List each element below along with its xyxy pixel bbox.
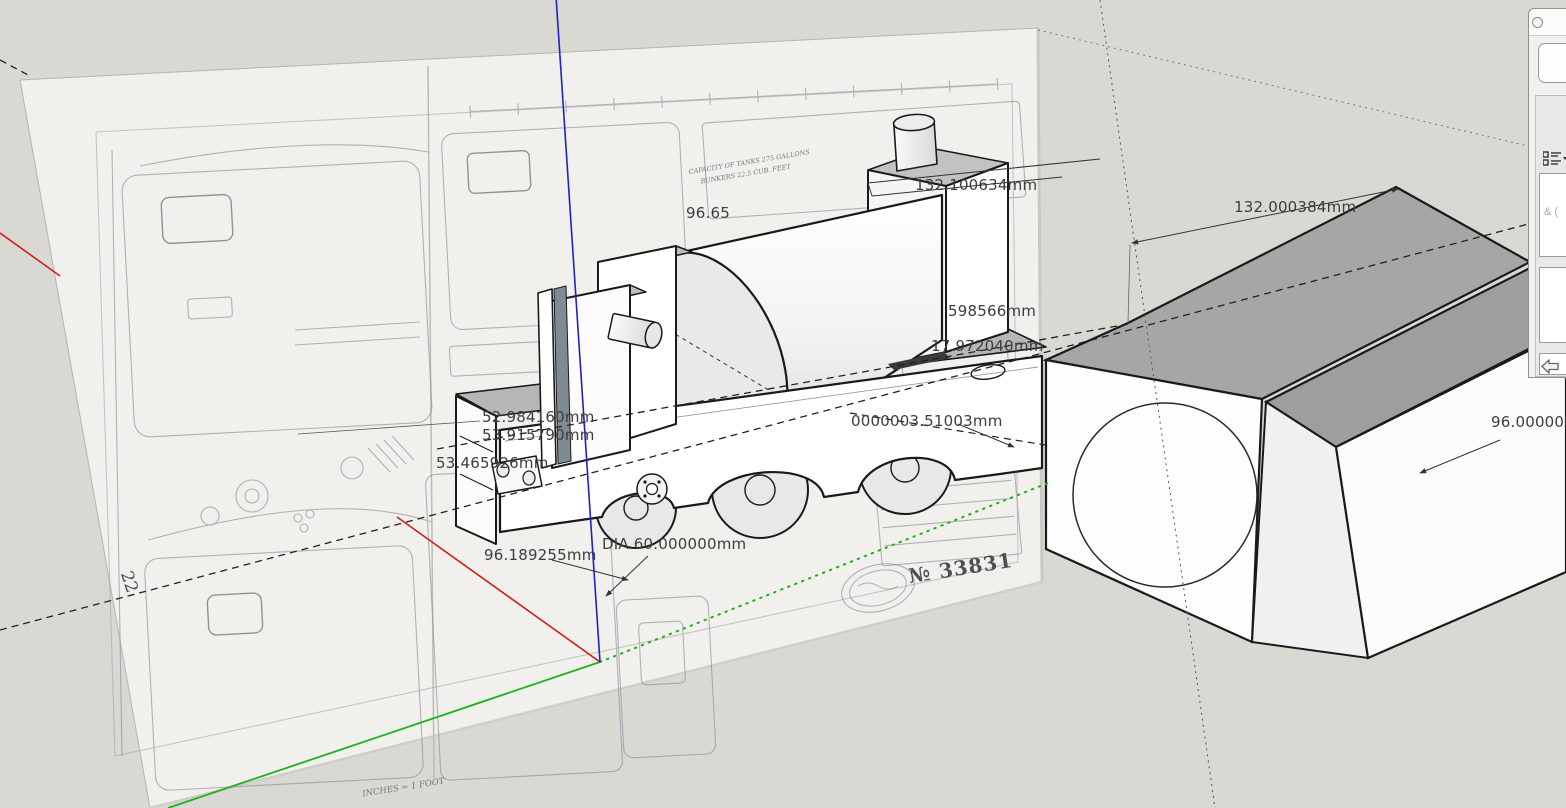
scene-svg[interactable] bbox=[0, 0, 1566, 808]
modeling-viewport[interactable]: 132.100634mm 96.65 598566mm 17.972040mm … bbox=[0, 0, 1566, 808]
dimension-label-17-972040[interactable]: 17.972040mm bbox=[931, 337, 1044, 355]
back-arrow-icon[interactable] bbox=[1541, 359, 1559, 374]
tray-titlebar[interactable] bbox=[1529, 9, 1566, 36]
dimension-label-598566[interactable]: 598566mm bbox=[948, 302, 1036, 320]
dimension-label-overlap[interactable]: 0000003.51003mm bbox=[851, 412, 1003, 430]
component-thumbnail-2[interactable] bbox=[1539, 267, 1566, 343]
list-view-icon[interactable] bbox=[1543, 151, 1566, 167]
dimension-label-53-915790[interactable]: 53.915790mm bbox=[482, 426, 595, 444]
left-block-front-face[interactable] bbox=[1046, 360, 1262, 642]
stepped-blocks[interactable] bbox=[1046, 187, 1566, 658]
tray-circle-icon[interactable] bbox=[1532, 17, 1543, 28]
chimney-cylinder[interactable] bbox=[893, 113, 937, 171]
dimension-label-52-984160[interactable]: 52.984160mm bbox=[482, 408, 595, 426]
dimension-label-53-465926[interactable]: 53.465926mm bbox=[436, 454, 549, 472]
dimension-label-96-189255[interactable]: 96.189255mm bbox=[484, 546, 597, 564]
dimension-label-96-000000[interactable]: 96.000000mm bbox=[1491, 413, 1566, 431]
dimension-label-132-000384[interactable]: 132.000384mm bbox=[1234, 198, 1356, 216]
right-tray-panel[interactable]: & ( bbox=[1528, 8, 1566, 378]
dimension-label-132-100634[interactable]: 132.100634mm bbox=[915, 176, 1037, 194]
component-thumbnail-1[interactable]: & ( bbox=[1539, 173, 1566, 257]
tray-preview-box[interactable] bbox=[1538, 43, 1566, 83]
dimension-label-96-65[interactable]: 96.65 bbox=[686, 204, 730, 222]
dimension-label-dia-60[interactable]: DIA 60.000000mm bbox=[602, 535, 746, 553]
